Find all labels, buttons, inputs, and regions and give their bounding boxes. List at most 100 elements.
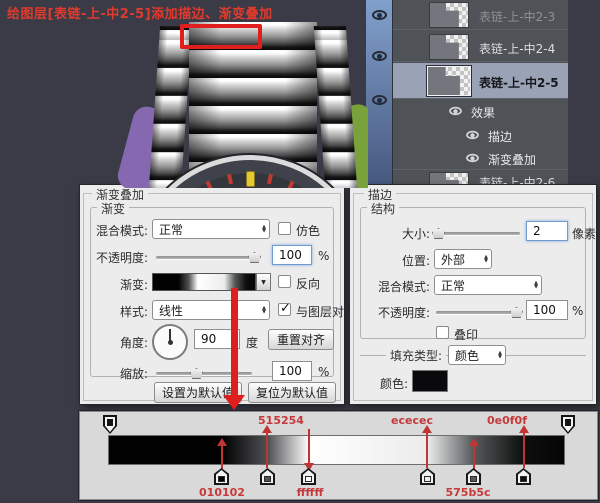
blend-mode-dropdown[interactable]: 正常 ▲▼: [152, 219, 270, 239]
opacity-field[interactable]: 100: [272, 245, 312, 265]
color-stop-swatch: [305, 476, 312, 482]
opacity-label: 不透明度:: [84, 249, 148, 266]
big-red-arrow-line: [231, 288, 238, 396]
eye-icon[interactable]: [466, 154, 479, 163]
dropdown-arrows-icon: ▲▼: [530, 281, 538, 290]
effect-row-stroke[interactable]: 描边: [393, 123, 568, 147]
opacity-field[interactable]: 100: [526, 300, 568, 320]
dither-checkbox[interactable]: [278, 222, 291, 235]
group-title: 渐变: [97, 200, 129, 217]
opacity-slider[interactable]: [156, 256, 258, 259]
scale-label: 缩放:: [88, 365, 148, 382]
scale-percent: %: [318, 365, 329, 379]
dither-label: 仿色: [296, 222, 320, 239]
visibility-column: [366, 0, 393, 188]
stroke-color-swatch[interactable]: [412, 370, 448, 392]
watch-artwork: [110, 18, 368, 188]
layer-row-selected[interactable]: 表链-上-中2-5: [393, 63, 568, 99]
dropdown-arrows-icon: ▲▼: [480, 255, 488, 264]
size-unit: 像素: [572, 225, 596, 242]
size-slider[interactable]: [434, 232, 520, 235]
layer-row[interactable]: 表链-上-中2-4: [393, 31, 568, 62]
effect-row-gradient-overlay[interactable]: 渐变叠加: [393, 147, 568, 170]
annotation-arrow: [308, 429, 310, 464]
annotation-arrow: [266, 432, 268, 468]
eye-icon[interactable]: [372, 51, 387, 61]
twelve-oclock-marker: [246, 171, 255, 187]
align-with-layer-label: 与图层对齐: [296, 303, 356, 320]
opacity-stop-right[interactable]: [561, 415, 575, 434]
layer-thumbnail[interactable]: [429, 2, 469, 28]
effect-name[interactable]: 描边: [488, 128, 512, 145]
angle-label: 角度:: [88, 334, 148, 351]
big-red-arrow-head: [223, 395, 245, 410]
opacity-percent: %: [318, 249, 329, 263]
reset-default-button[interactable]: 复位为默认值: [248, 382, 336, 403]
fill-type-dropdown[interactable]: 颜色 ▲▼: [448, 345, 506, 365]
gradient-preview-swatch[interactable]: [152, 273, 256, 291]
dropdown-arrows-icon: ▲▼: [258, 225, 266, 234]
color-stop[interactable]: [420, 468, 435, 485]
position-label: 位置:: [372, 252, 430, 269]
blend-mode-label: 混合模式:: [360, 278, 430, 295]
layer-row[interactable]: 表链-上-中2-3: [393, 0, 568, 30]
gradient-bar[interactable]: [108, 435, 565, 465]
effect-name[interactable]: 渐变叠加: [488, 151, 536, 168]
overprint-checkbox[interactable]: [436, 326, 449, 339]
color-label: 颜色:: [368, 375, 408, 392]
thumbnail-shape: [430, 35, 468, 59]
opacity-label: 不透明度:: [356, 304, 430, 321]
opacity-stop-swatch: [107, 419, 113, 426]
fill-type-label: 填充类型:: [386, 347, 446, 364]
gradient-editor-panel: 515254 ececec 0e0f0f 010102 ffffff 575b5…: [80, 412, 597, 499]
hex-label: ffffff: [297, 486, 324, 499]
opacity-stop-left[interactable]: [103, 415, 117, 434]
style-dropdown[interactable]: 线性 ▲▼: [152, 300, 270, 320]
annotation-arrow: [473, 445, 475, 471]
eye-icon[interactable]: [372, 10, 387, 20]
color-stop[interactable]: [466, 468, 481, 485]
layer-name[interactable]: 表链-上-中2-4: [479, 40, 555, 57]
blend-mode-value: 正常: [441, 277, 465, 294]
opacity-stop-swatch: [565, 419, 571, 426]
thumbnail-shape: [428, 67, 470, 95]
layer-name[interactable]: 表链-上-中2-3: [479, 8, 555, 25]
color-stop[interactable]: [516, 468, 531, 485]
gradient-label: 渐变:: [88, 276, 148, 293]
fill-type-value: 颜色: [455, 347, 479, 364]
dropdown-arrows-icon: ▲▼: [494, 351, 502, 360]
blend-mode-label: 混合模式:: [88, 222, 148, 239]
size-label: 大小:: [372, 225, 430, 242]
opacity-percent: %: [572, 304, 583, 318]
layer-thumbnail[interactable]: [429, 34, 469, 60]
position-dropdown[interactable]: 外部 ▲▼: [434, 249, 492, 269]
bracelet-left-shade: [148, 26, 192, 188]
eye-icon[interactable]: [466, 131, 479, 140]
layer-name[interactable]: 表链-上-中2-5: [479, 74, 559, 91]
effects-header-row[interactable]: 效果: [393, 100, 568, 123]
opacity-slider[interactable]: [436, 311, 520, 314]
reverse-checkbox[interactable]: [278, 275, 291, 288]
red-callout-rectangle: [180, 24, 262, 49]
eye-icon[interactable]: [449, 107, 462, 116]
reverse-label: 反向: [296, 275, 320, 292]
eye-icon[interactable]: [372, 95, 387, 105]
blend-mode-dropdown[interactable]: 正常 ▲▼: [434, 275, 542, 295]
style-label: 样式:: [88, 303, 148, 320]
blend-mode-value: 正常: [159, 221, 183, 238]
effects-header[interactable]: 效果: [471, 104, 495, 121]
color-stop-swatch: [470, 476, 477, 482]
color-stop[interactable]: [214, 468, 229, 485]
stroke-dialog: 描边 结构 大小: 2 像素 位置: 外部 ▲▼ 混合模式: 正常 ▲▼ 不透明…: [350, 185, 596, 404]
scale-field[interactable]: 100: [272, 361, 312, 381]
annotation-arrow: [426, 432, 428, 468]
reset-align-button[interactable]: 重置对齐: [268, 329, 334, 350]
color-stop[interactable]: [260, 468, 275, 485]
size-field[interactable]: 2: [526, 221, 568, 241]
layer-thumbnail[interactable]: [427, 66, 471, 96]
angle-dial[interactable]: [152, 324, 188, 360]
overprint-label: 叠印: [454, 326, 478, 343]
align-with-layer-checkbox[interactable]: [278, 303, 291, 316]
angle-hub: [168, 340, 173, 345]
gradient-picker-button[interactable]: ▼: [256, 273, 271, 291]
